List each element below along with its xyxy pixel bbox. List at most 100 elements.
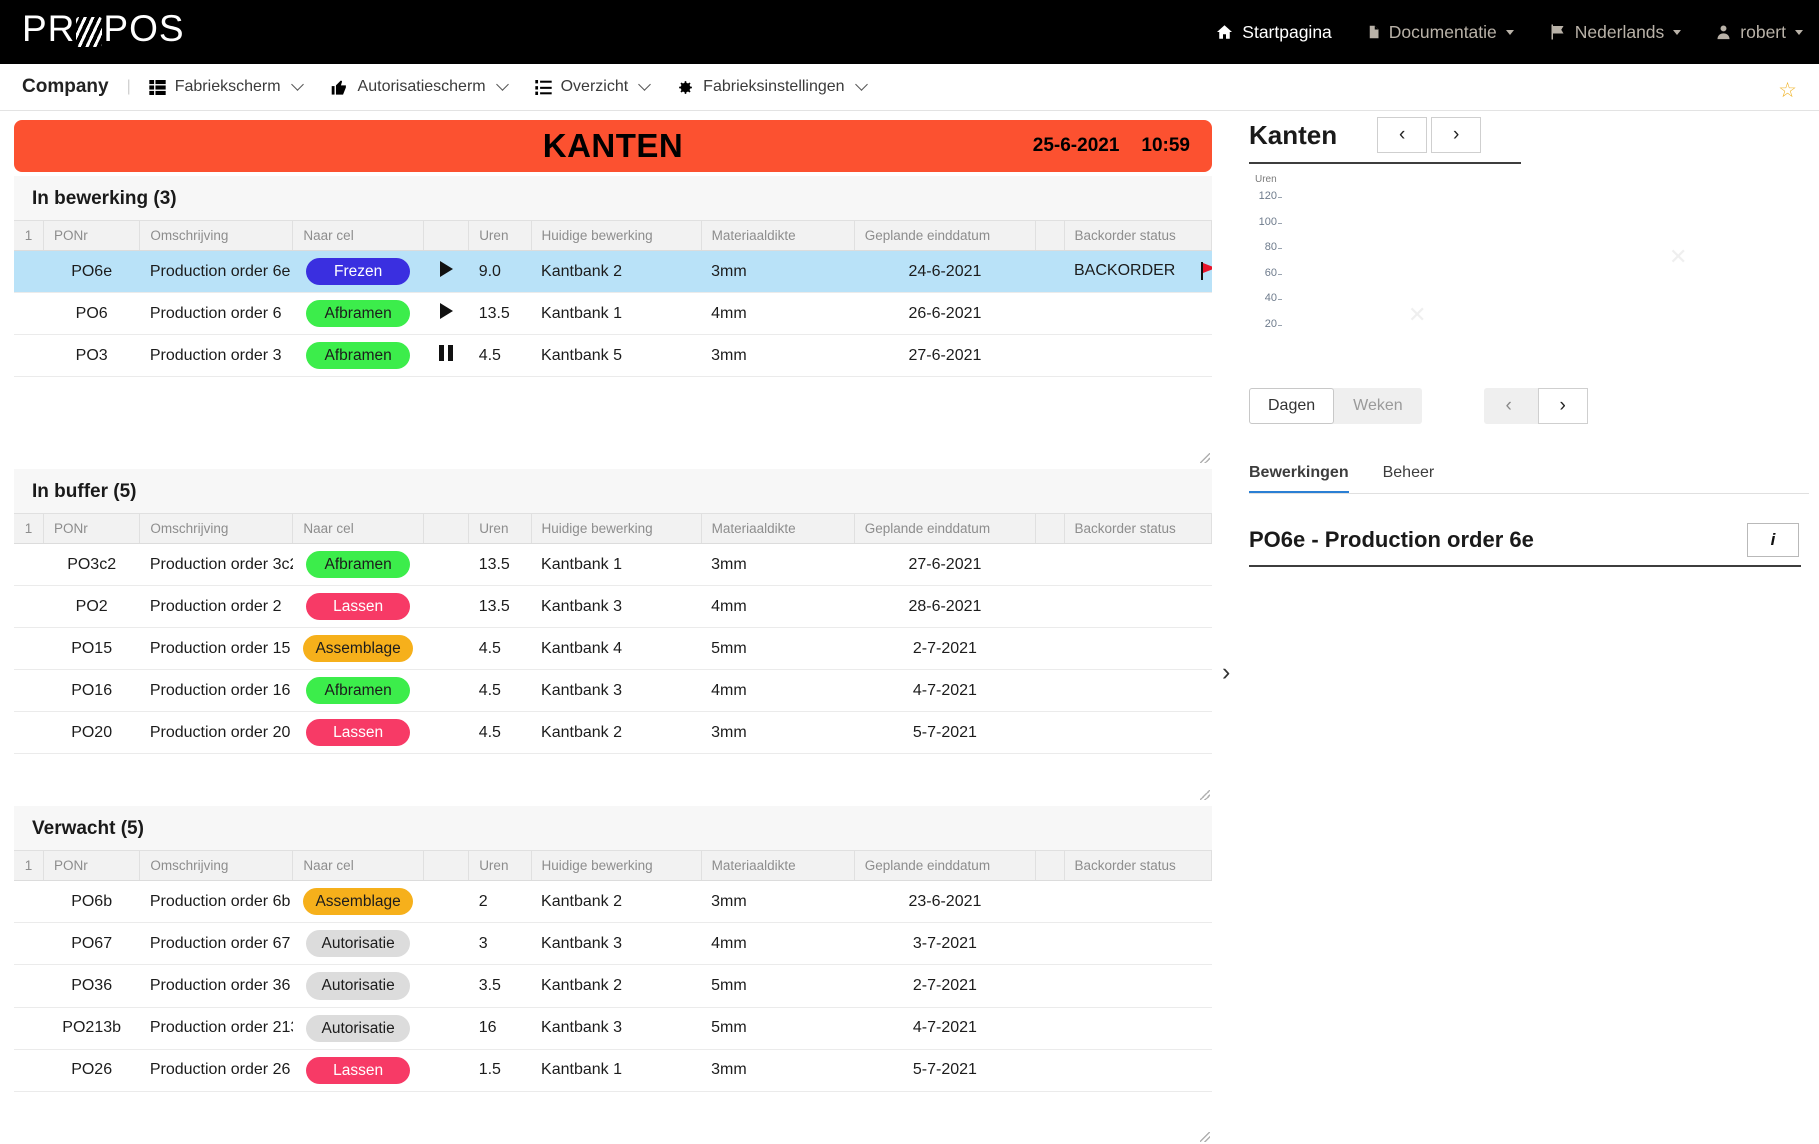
- tab-bewerkingen[interactable]: Bewerkingen: [1249, 464, 1349, 494]
- orders-table: 1 PONr Omschrijving Naar cel Uren Huidige bew…: [14, 220, 1212, 378]
- period-prev-button[interactable]: ‹: [1484, 388, 1534, 424]
- cell-omschrijving: Production order 2: [139, 585, 293, 629]
- star-icon[interactable]: ☆: [1778, 78, 1797, 103]
- cell-materiaaldikte: 5mm: [701, 1007, 855, 1050]
- orders-section: In bewerking (3) 1 PONr Omschrijving Naar ce…: [14, 176, 1212, 466]
- resize-grip[interactable]: [1200, 1131, 1210, 1142]
- nav-item-nederlands[interactable]: Nederlands: [1548, 22, 1682, 43]
- chart-prev-button[interactable]: ‹: [1377, 117, 1428, 153]
- naar-cel-badge[interactable]: Autorisatie: [306, 930, 411, 958]
- cell-materiaaldikte: 3mm: [701, 711, 855, 755]
- pause-icon[interactable]: [439, 345, 453, 362]
- play-icon[interactable]: [439, 303, 453, 320]
- nav-item-startpagina[interactable]: Startpagina: [1215, 22, 1332, 43]
- table-row[interactable]: PO6e Production order 6e Frezen 9.0 Kantbank…: [14, 250, 1212, 294]
- cell-state: [423, 627, 469, 671]
- table-row[interactable]: PO67 Production order 67 Autorisatie 3 Kantb…: [14, 922, 1212, 966]
- cell-index: [14, 250, 44, 294]
- column-header[interactable]: Backorder status: [1064, 513, 1212, 545]
- cell-backorder-status: [1064, 543, 1212, 587]
- column-header[interactable]: Huidige bewerking: [531, 220, 702, 251]
- period-option-dagen[interactable]: Dagen: [1249, 388, 1335, 424]
- column-header[interactable]: Uren: [468, 850, 532, 882]
- naar-cel-badge[interactable]: Assemblage: [303, 635, 413, 663]
- subnav-label-overzicht: Overzicht: [560, 78, 629, 95]
- table-row[interactable]: PO36 Production order 36 Autorisatie 3.5 Kan…: [14, 964, 1212, 1008]
- table-row[interactable]: PO6b Production order 6b Assemblage 2 Kantba…: [14, 880, 1212, 924]
- column-header[interactable]: Geplande einddatum: [854, 513, 1037, 545]
- cell-spacer: [1035, 669, 1064, 713]
- column-header[interactable]: Naar cel: [292, 220, 424, 251]
- column-header[interactable]: 1: [14, 850, 44, 882]
- column-header[interactable]: [1035, 220, 1065, 251]
- column-header[interactable]: [1035, 513, 1065, 545]
- column-header[interactable]: Materiaaldikte: [701, 220, 855, 251]
- cell-backorder-status: [1064, 711, 1212, 755]
- column-header[interactable]: [423, 220, 470, 251]
- column-header[interactable]: [423, 850, 470, 882]
- table-row[interactable]: PO6 Production order 6 Afbramen 13.5 Kantban…: [14, 292, 1212, 336]
- resize-grip[interactable]: [1200, 453, 1210, 464]
- column-header[interactable]: Backorder status: [1064, 850, 1212, 882]
- table-row[interactable]: PO3c2 Production order 3c2 Afbramen 13.5 Kan…: [14, 543, 1212, 587]
- play-icon[interactable]: [439, 261, 453, 278]
- naar-cel-badge[interactable]: Assemblage: [303, 888, 413, 916]
- nav-item-user[interactable]: robert: [1715, 22, 1803, 43]
- column-header[interactable]: [423, 513, 470, 545]
- naar-cel-badge[interactable]: Afbramen: [306, 342, 411, 370]
- naar-cel-badge[interactable]: Afbramen: [306, 300, 411, 328]
- info-icon[interactable]: i: [1747, 523, 1799, 557]
- column-header[interactable]: Uren: [468, 513, 532, 545]
- naar-cel-badge[interactable]: Lassen: [306, 719, 411, 747]
- pane-collapse-chevron-right-icon[interactable]: ›: [1222, 660, 1230, 685]
- column-header[interactable]: Omschrijving: [139, 850, 294, 882]
- column-header[interactable]: 1: [14, 220, 44, 251]
- column-header[interactable]: Naar cel: [292, 850, 424, 882]
- column-header[interactable]: 1: [14, 513, 44, 545]
- subnav-item-fabrieksinstellingen[interactable]: Fabrieksinstellingen: [677, 77, 868, 96]
- naar-cel-badge[interactable]: Frezen: [306, 258, 411, 286]
- naar-cel-badge[interactable]: Lassen: [306, 1056, 411, 1084]
- column-header[interactable]: Huidige bewerking: [531, 513, 702, 545]
- detail-tabs: Bewerkingen Beheer: [1245, 464, 1805, 494]
- column-header[interactable]: Geplande einddatum: [854, 850, 1037, 882]
- chart-next-button[interactable]: ›: [1431, 117, 1482, 153]
- table-row[interactable]: PO20 Production order 20 Lassen 4.5 Kantbank…: [14, 711, 1212, 755]
- table-row[interactable]: PO26 Production order 26 Lassen 1.5 Kantbank…: [14, 1049, 1212, 1092]
- chart-nav-buttons: ‹ ›: [1377, 117, 1482, 153]
- table-row[interactable]: PO15 Production order 15 Assemblage 4.5 Kant…: [14, 627, 1212, 671]
- column-header[interactable]: PONr: [43, 513, 141, 545]
- column-header[interactable]: [1035, 850, 1065, 882]
- naar-cel-badge[interactable]: Afbramen: [306, 677, 411, 705]
- brand-logo[interactable]: PR POS: [22, 8, 185, 50]
- naar-cel-badge[interactable]: Autorisatie: [306, 972, 411, 1000]
- column-header[interactable]: Backorder status: [1064, 220, 1212, 251]
- column-header[interactable]: Materiaaldikte: [701, 850, 855, 882]
- nav-item-documentatie[interactable]: Documentatie: [1366, 22, 1514, 43]
- column-header[interactable]: Omschrijving: [139, 513, 294, 545]
- resize-grip[interactable]: [1200, 790, 1210, 801]
- table-row[interactable]: PO2 Production order 2 Lassen 13.5 Kantbank …: [14, 585, 1212, 629]
- subnav-item-fabriekscherm[interactable]: Fabriekscherm: [149, 77, 304, 96]
- naar-cel-badge[interactable]: Afbramen: [306, 551, 411, 579]
- table-row[interactable]: PO16 Production order 16 Afbramen 4.5 Kantba…: [14, 669, 1212, 713]
- table-row[interactable]: PO3 Production order 3 Afbramen 4.5 Kantbank…: [14, 334, 1212, 378]
- column-header[interactable]: PONr: [43, 220, 141, 251]
- subnav-item-autorisatiescherm[interactable]: Autorisatiescherm: [330, 77, 509, 96]
- period-next-button[interactable]: ›: [1537, 388, 1588, 424]
- table-row[interactable]: PO213b Production order 213 Autorisatie 16 K…: [14, 1007, 1212, 1050]
- column-header[interactable]: Huidige bewerking: [531, 850, 702, 882]
- naar-cel-badge[interactable]: Lassen: [306, 593, 411, 621]
- period-option-weken[interactable]: Weken: [1334, 388, 1422, 424]
- column-header[interactable]: Geplande einddatum: [854, 220, 1037, 251]
- column-header[interactable]: Materiaaldikte: [701, 513, 855, 545]
- backorder-flag-icon[interactable]: [1201, 262, 1212, 281]
- column-header[interactable]: PONr: [43, 850, 141, 882]
- cell-uren: 13.5: [468, 292, 532, 336]
- naar-cel-badge[interactable]: Autorisatie: [306, 1014, 411, 1042]
- column-header[interactable]: Omschrijving: [139, 220, 294, 251]
- subnav-item-overzicht[interactable]: Overzicht: [534, 77, 652, 96]
- column-header[interactable]: Naar cel: [292, 513, 424, 545]
- column-header[interactable]: Uren: [468, 220, 532, 251]
- tab-beheer[interactable]: Beheer: [1383, 464, 1435, 494]
